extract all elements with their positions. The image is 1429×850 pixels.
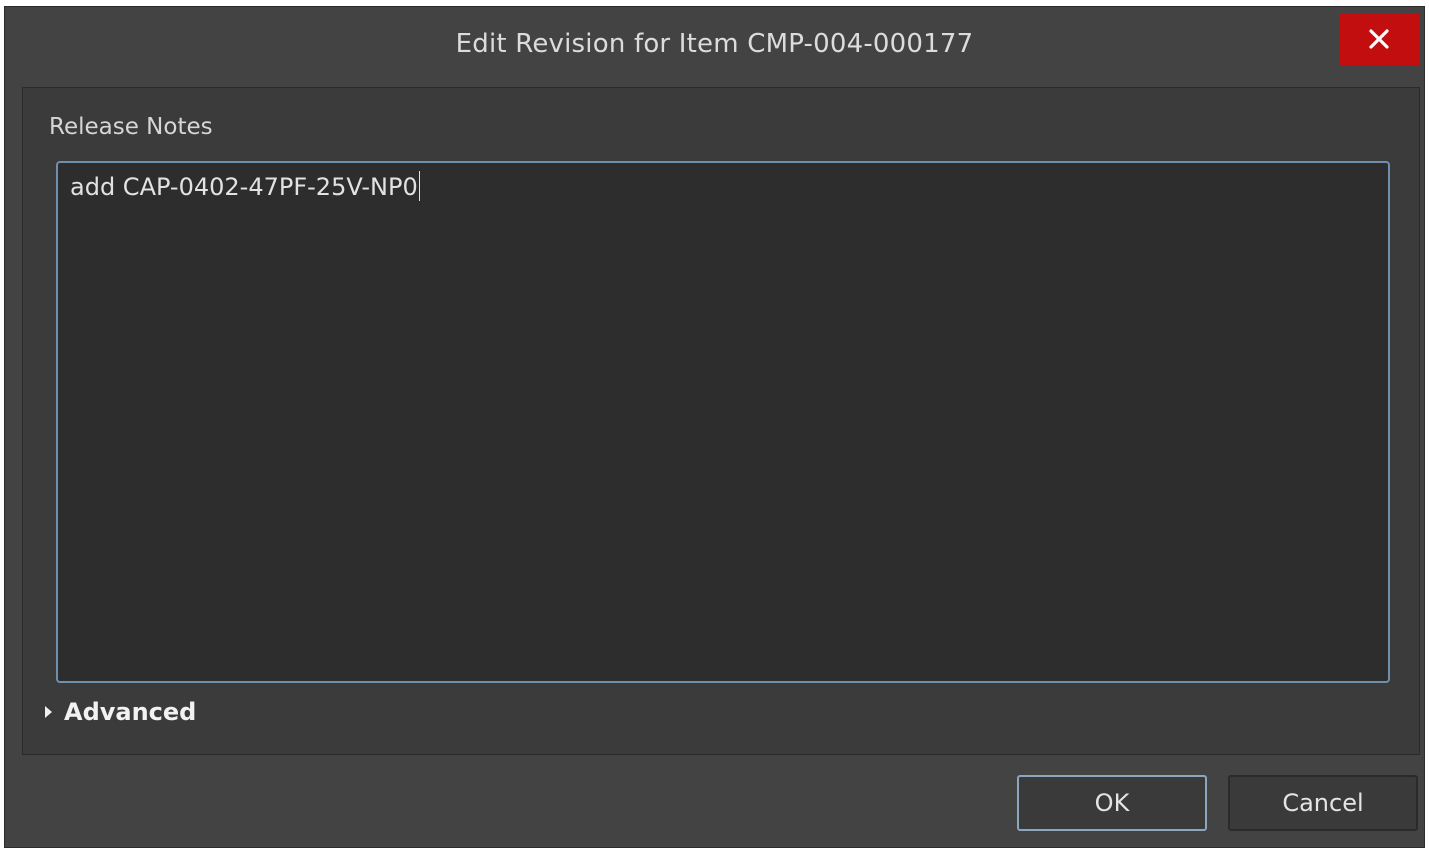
cancel-button[interactable]: Cancel [1228,775,1418,831]
ok-button[interactable]: OK [1017,775,1207,831]
edit-revision-dialog: Edit Revision for Item CMP-004-000177 Re… [4,6,1425,848]
release-notes-label: Release Notes [49,114,213,140]
close-button[interactable] [1339,13,1419,65]
text-caret [418,171,420,201]
release-notes-text: add CAP-0402-47PF-25V-NP0 [70,173,418,201]
title-bar[interactable]: Edit Revision for Item CMP-004-000177 [5,7,1424,87]
advanced-label: Advanced [64,698,197,726]
release-notes-input[interactable]: add CAP-0402-47PF-25V-NP0 [56,161,1390,683]
advanced-toggle[interactable]: Advanced [45,698,196,726]
content-panel: Release Notes add CAP-0402-47PF-25V-NP0 … [22,87,1420,755]
triangle-right-icon [45,706,52,718]
dialog-title: Edit Revision for Item CMP-004-000177 [455,29,974,59]
close-icon [1369,29,1389,49]
